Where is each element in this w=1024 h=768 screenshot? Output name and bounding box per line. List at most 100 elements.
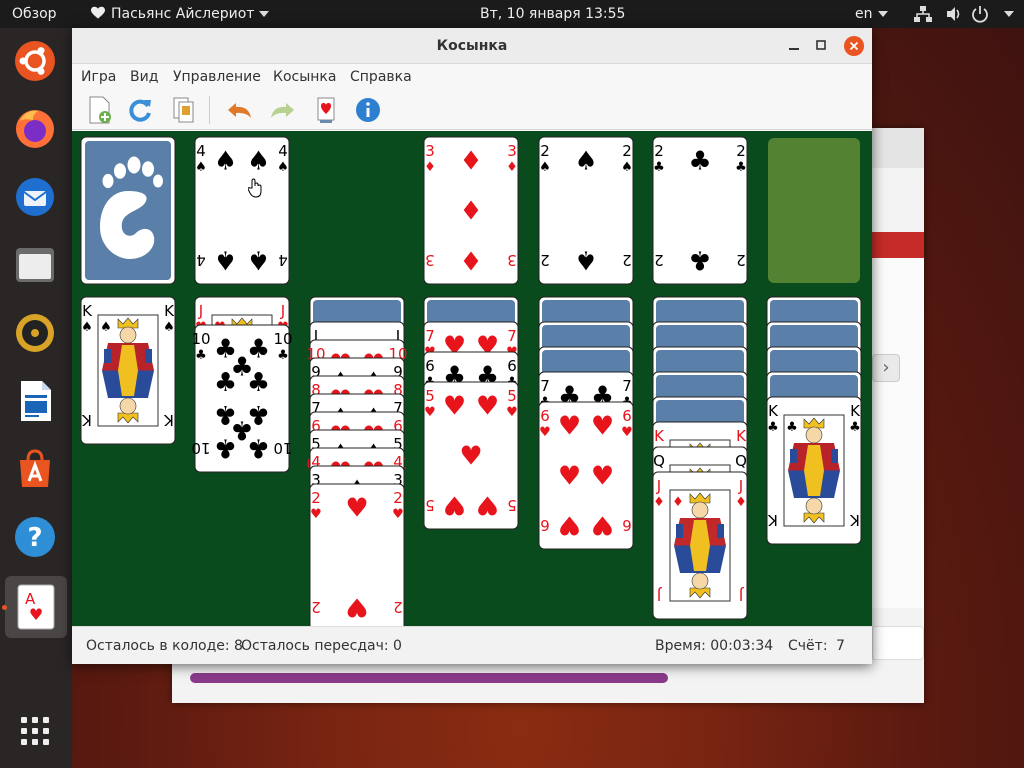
bg-window-field[interactable] [872,626,924,660]
foundation-card[interactable]: 2♠2♠2 2♠♠ [538,136,634,285]
dock: ? A ♥ [0,28,72,768]
game-board[interactable]: 4 ♠ 4 ♠ 4 4 ♠ ♠ ♠ ♠ 3 ♦ 3 ♦ 3 3 ♦ ♦ ♦ 2 ♠ 2 ♠ 2 2 ♠ ♠ 2 ♣ 2 ♣ 2 2 ♣ ♣ K ♠ K ♠ K… [72,131,872,626]
waste-card[interactable]: 4♠4♠4 4♠ ♠♠ ♠ [194,136,290,285]
firefox-icon[interactable] [12,106,58,152]
card-pip: ♣ [688,146,711,176]
writer-icon[interactable] [12,378,58,424]
card-rank: 5 [507,496,517,514]
score-label: Счёт: [788,638,828,654]
card-pip: ♥ [591,411,614,441]
activities-button[interactable]: Обзор [12,0,57,28]
menu-control[interactable]: Управление [173,64,261,90]
card-rank: 6 [425,357,435,375]
card-pip: ♦ [459,146,482,176]
card-rank: J [656,477,661,495]
card-pip: ♠ [574,245,597,275]
card-rank: 2 [540,251,550,269]
card-layout[interactable]: 4♠4♠4 4♠ ♠♠ ♠3♦3♦3 3♦♦♦2♠2♠2 2♠♠2♣2♣2 2♣♣K♠K♠K… [72,131,872,626]
show-apps-icon[interactable] [12,708,58,754]
volume-icon[interactable] [945,5,963,23]
foundation-card[interactable]: 3♦3♦3 3♦♦♦ [423,136,519,285]
card-suit-small: ♥ [506,405,518,420]
info-icon[interactable] [352,94,384,126]
tableau-card[interactable]: 2♥2♥2 2♥♥ [309,483,405,626]
elapsed-time: Время: 00:03:34 [655,638,774,654]
redeals-remaining: Осталось пересдач: 0 [241,638,402,654]
power-icon[interactable] [971,5,989,23]
undo-icon[interactable] [224,94,256,126]
title-bar[interactable]: Косынка [72,28,872,64]
card-rank: J [739,586,744,604]
stock-pile[interactable] [80,136,176,285]
rhythmbox-icon[interactable] [12,310,58,356]
card-rank: J [657,586,662,604]
hint-icon[interactable] [310,94,342,126]
card-pip: ♥ [443,490,466,520]
bg-window-chevron-button[interactable]: › [872,354,900,382]
chevron-down-icon [1004,11,1014,17]
court-suit: ♦ [672,495,684,510]
card-pip: ♠ [247,146,270,176]
tableau-card[interactable]: J♦J♦J J♦ [652,471,748,620]
card-rank: 2 [622,251,632,269]
thunderbird-icon[interactable] [12,174,58,220]
toolbar-separator [209,96,210,124]
network-icon[interactable] [914,5,932,23]
tableau-card[interactable]: K♠K♠K K♠ [80,296,176,445]
card-suit-small: ♣ [653,160,665,175]
tableau-card[interactable]: K♣K♣K K♣ [766,396,862,545]
new-game-icon[interactable] [84,94,116,126]
card-rank: 6 [622,516,632,534]
tableau-card[interactable]: 10♣10♣10 10♣ ♣♣♣ ♣♣ ♣♣♣ ♣ [191,324,293,473]
chevron-down-icon [877,11,888,17]
files-icon[interactable] [12,242,58,288]
maximize-icon[interactable] [812,36,830,58]
menu-bar: Игра Вид Управление Косынка Справка [72,64,872,90]
score-value: 7 [836,638,845,654]
card-rank: 7 [540,377,550,395]
card-rank: K [164,302,175,320]
card-rank: 6 [540,516,550,534]
menu-klondike[interactable]: Косынка [273,64,336,90]
progress-bar [190,673,668,683]
card-rank: 4 [196,251,206,269]
tableau-card[interactable]: 5♥5♥5 5♥ ♥♥♥ ♥ [423,381,519,530]
redo-icon[interactable] [266,94,298,126]
select-game-icon[interactable] [168,94,200,126]
status-bar: Осталось в колоде: 8 Осталось пересдач: … [72,626,872,664]
svg-text:?: ? [27,523,42,553]
running-indicator [2,605,7,610]
solitaire-window: Косынка Игра Вид Управление Косынка Спра… [72,28,872,664]
ubuntu-icon[interactable] [12,38,58,84]
language-selector[interactable]: en [855,0,888,28]
card-suit-small: ♠ [195,160,207,175]
card-rank: 6 [507,357,517,375]
system-menu-chevron[interactable] [999,0,1014,28]
close-icon[interactable] [844,36,864,60]
foundation-card[interactable]: 2♣2♣2 2♣♣ [652,136,748,285]
card-rank: 2 [540,142,550,160]
card-pip: ♠ [247,245,270,275]
card-suit-small: ♦ [735,495,747,510]
card-suit-small: ♦ [506,160,518,175]
foundation-empty[interactable] [768,138,860,283]
minimize-icon[interactable] [785,36,803,58]
card-rank: Q [653,452,665,470]
menu-view[interactable]: Вид [130,64,158,90]
clock[interactable]: Вт, 10 января 13:55 [480,0,625,28]
window-title: Косынка [436,38,508,54]
solitaire-icon[interactable]: A ♥ [14,584,60,630]
help-icon[interactable]: ? [12,514,58,560]
tableau-card[interactable]: 6♥6♥66♥♥♥♥♥♥ [538,401,634,550]
card-pip: ♥ [591,462,614,492]
software-icon[interactable] [12,446,58,492]
card-rank: 4 [196,142,206,160]
card-pip: ♠ [574,146,597,176]
menu-help[interactable]: Справка [350,64,412,90]
app-menu[interactable]: Пасьянс Айслериот [91,0,270,28]
card-rank: K [736,427,747,445]
chevron-down-icon [259,11,270,17]
restart-icon[interactable] [124,94,156,126]
card-suit-small: ♠ [81,320,93,335]
menu-game[interactable]: Игра [81,64,116,90]
